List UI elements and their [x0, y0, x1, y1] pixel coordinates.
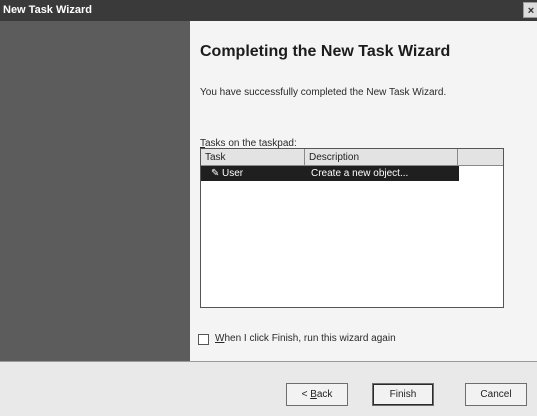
wizard-content: Completing the New Task Wizard You have …	[190, 21, 537, 361]
page-title: Completing the New Task Wizard	[200, 43, 451, 60]
wizard-window: New Task Wizard × Completing the New Tas…	[0, 0, 537, 416]
back-button[interactable]: < Back	[286, 383, 348, 406]
run-again-label[interactable]: When I click Finish, run this wizard aga…	[215, 333, 396, 344]
task-name: User	[222, 168, 244, 179]
close-icon[interactable]: ×	[523, 2, 537, 18]
back-accelerator: B	[310, 389, 317, 400]
cancel-button[interactable]: Cancel	[465, 383, 527, 406]
list-item[interactable]: ✎ User Create a new object...	[201, 166, 459, 181]
wizard-side-panel	[0, 21, 190, 361]
run-again-checkbox[interactable]	[198, 334, 209, 345]
title-bar[interactable]: New Task Wizard ×	[0, 0, 537, 21]
task-description: Create a new object...	[311, 168, 409, 179]
back-text: ack	[316, 389, 333, 400]
listview-header: Task Description	[201, 149, 503, 166]
column-header-description[interactable]: Description	[305, 149, 458, 166]
pin-icon: ✎	[211, 168, 220, 179]
run-again-text: hen I click Finish, run this wizard agai…	[224, 333, 396, 344]
tasks-listview[interactable]: Task Description ✎ User Create a new obje…	[200, 148, 504, 308]
column-header-blank[interactable]	[458, 149, 503, 166]
finish-button[interactable]: Finish	[372, 383, 434, 406]
column-header-task[interactable]: Task	[201, 149, 305, 166]
task-cell: ✎ User	[211, 166, 243, 181]
back-prefix: <	[301, 389, 311, 400]
window-title: New Task Wizard	[3, 4, 92, 16]
completion-text: You have successfully completed the New …	[200, 87, 447, 98]
button-bar: < Back Finish Cancel	[0, 362, 537, 416]
